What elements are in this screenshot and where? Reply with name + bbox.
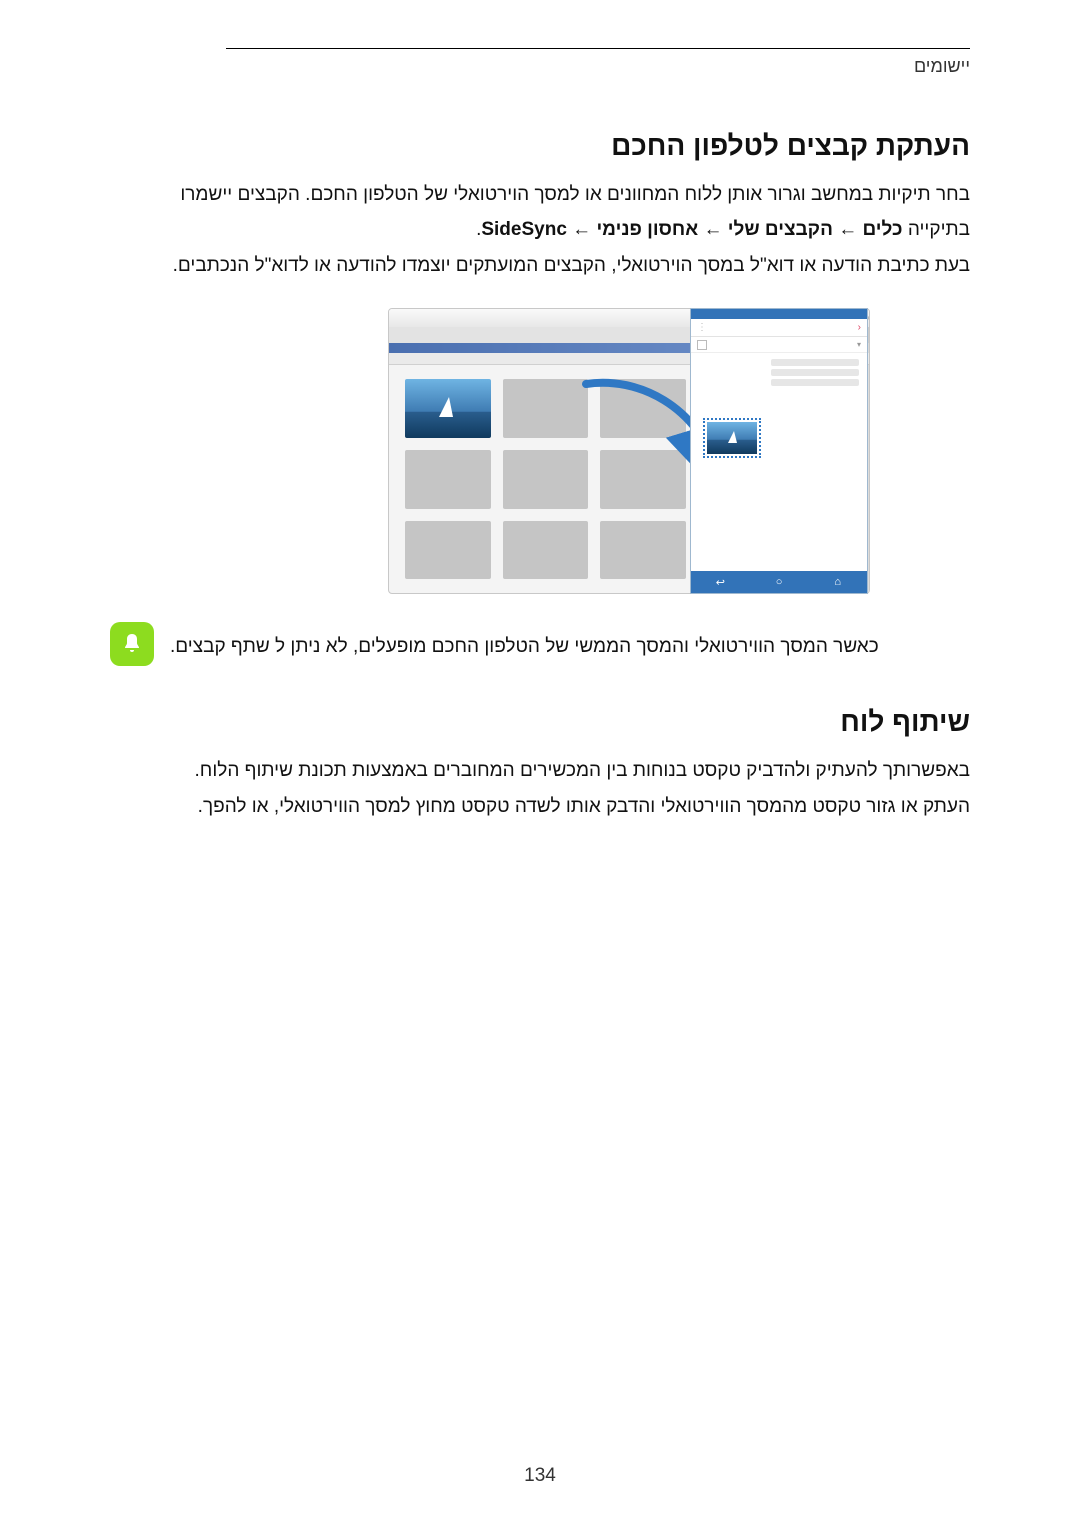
phone-virtual-screen: ‹ ⋮ ▾ ⌂ ○ (690, 308, 868, 594)
home-icon: ○ (774, 577, 785, 588)
thumbnail (600, 450, 686, 509)
phone-app-bar: ‹ ⋮ (691, 319, 867, 337)
header-rule (226, 48, 970, 49)
note-callout: כאשר המסך הווירטואלי והמסך הממשי של הטלפ… (110, 622, 970, 666)
section-breadcrumb: יישומים (914, 56, 970, 77)
bell-icon (110, 622, 154, 666)
heading-copy-files: העתקת קבצים לטלפון החכם (110, 130, 970, 162)
back-nav-icon: ↩ (715, 577, 726, 588)
thumbnail (405, 450, 491, 509)
thumbnail (503, 450, 589, 509)
phone-category-row: ▾ (691, 337, 867, 353)
thumbnail-selected-photo (405, 379, 491, 438)
more-menu-icon: ⋮ (697, 322, 709, 333)
thumbnail (503, 379, 589, 438)
phone-nav-bar: ⌂ ○ ↩ (691, 571, 867, 593)
list-item (771, 369, 859, 376)
para-1-line-2: בתיקייה כלים ← הקבצים שלי ← אחסון פנימי … (110, 215, 970, 244)
list-item (771, 359, 859, 366)
para-2: בעת כתיבת הודעה או דוא"ל במסך הוירטואלי,… (110, 251, 970, 280)
heading-share-clipboard: שיתוף לוח (110, 706, 970, 738)
phone-content-area (691, 392, 867, 571)
list-item (771, 379, 859, 386)
page-number: 134 (524, 1465, 556, 1487)
chevron-down-icon: ▾ (857, 340, 861, 349)
note-text: כאשר המסך הווירטואלי והמסך הממשי של הטלפ… (170, 622, 879, 661)
para-3: באפשרותך להעתיק ולהדביק טקסט בנוחות בין … (110, 756, 970, 785)
figure-drag-drop: ‹ ⋮ ▾ ⌂ ○ (210, 308, 870, 594)
dragged-photo-thumb (707, 422, 757, 454)
back-icon: ‹ (858, 322, 861, 333)
checkbox-icon (697, 340, 707, 350)
thumbnail (600, 379, 686, 438)
para-4: העתק או גזור טקסט מהמסך הווירטואלי והדבק… (110, 792, 970, 821)
para-1-bold-path: כלים ← הקבצים שלי ← אחסון פנימי ← SideSy… (481, 219, 902, 240)
para-1-line-1: בחר תיקיות במחשב וגרור אותן ללוח המחווני… (110, 180, 970, 209)
thumbnail (600, 521, 686, 580)
recent-apps-icon: ⌂ (832, 577, 843, 588)
phone-status-bar (691, 309, 867, 319)
thumbnail (503, 521, 589, 580)
drop-target (703, 418, 761, 458)
para-1-prefix: בתיקייה (903, 219, 970, 240)
thumbnail (405, 521, 491, 580)
phone-folder-list (691, 353, 867, 392)
